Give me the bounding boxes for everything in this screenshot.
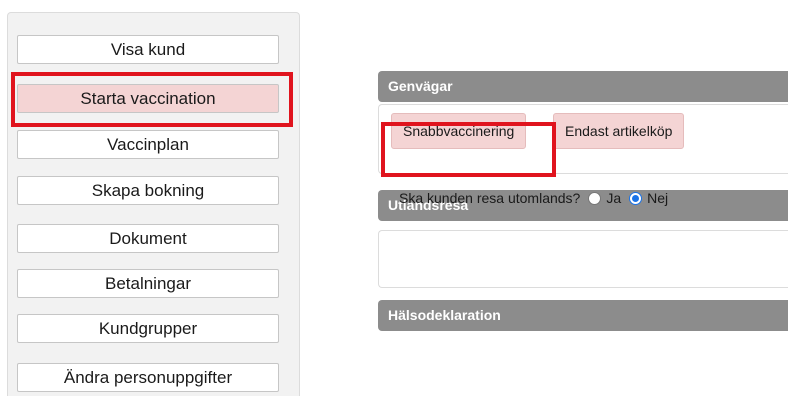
travel-question-label: Ska kunden resa utomlands? <box>399 190 581 206</box>
snabbvaccinering-button[interactable]: Snabbvaccinering <box>391 113 527 149</box>
shortcuts-box: Snabbvaccinering Endast artikelköp <box>378 104 788 174</box>
genvagar-section-header[interactable]: Genvägar <box>378 71 788 102</box>
radio-nej-label[interactable]: Nej <box>647 190 668 206</box>
radio-nej[interactable] <box>629 191 643 205</box>
kundgrupper-button[interactable]: Kundgrupper <box>17 314 279 343</box>
andra-personuppgifter-button[interactable]: Ändra personuppgifter <box>17 363 279 392</box>
starta-vaccination-button[interactable]: Starta vaccination <box>17 84 279 113</box>
radio-ja[interactable] <box>588 191 602 205</box>
vaccinplan-button[interactable]: Vaccinplan <box>17 130 279 159</box>
radio-ja-label[interactable]: Ja <box>606 190 621 206</box>
travel-box <box>378 230 788 288</box>
halsodeklaration-section-header[interactable]: Hälsodeklaration <box>378 300 788 331</box>
travel-question-row: Ska kunden resa utomlands? Ja Nej <box>399 188 668 208</box>
dokument-button[interactable]: Dokument <box>17 224 279 253</box>
betalningar-button[interactable]: Betalningar <box>17 269 279 298</box>
visa-kund-button[interactable]: Visa kund <box>17 35 279 64</box>
endast-artikelkop-button[interactable]: Endast artikelköp <box>553 113 685 149</box>
skapa-bokning-button[interactable]: Skapa bokning <box>17 176 279 205</box>
